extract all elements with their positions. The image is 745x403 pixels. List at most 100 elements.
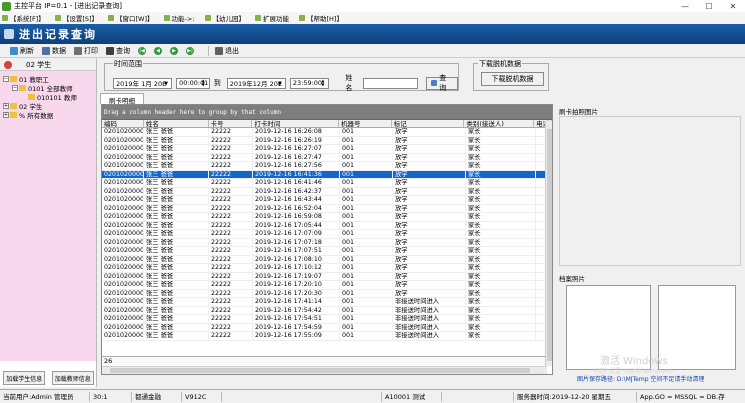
column-header[interactable]: 标记 — [392, 120, 465, 127]
table-cell: 放学 — [393, 221, 466, 229]
table-row[interactable]: 020102000001张三 爸爸222222019-12-16 17:19:0… — [102, 272, 552, 281]
table-cell: 001 — [340, 221, 393, 229]
menu-window[interactable]: 【窗口[W]】 — [108, 13, 154, 23]
close-icon[interactable]: ✕ — [721, 0, 745, 12]
data-button[interactable]: 数据 — [42, 46, 66, 56]
group-by-hint[interactable]: Drag a column header here to group by th… — [102, 105, 552, 120]
nav-next-button[interactable]: ▶ — [170, 46, 178, 55]
table-cell: 2019-12-16 16:59:08 — [253, 213, 340, 221]
activation-watermark: 激活 Windows — [600, 356, 668, 367]
vertical-scrollbar[interactable] — [545, 121, 552, 366]
records-grid: Drag a column header here to group by th… — [101, 104, 553, 375]
refresh-button[interactable]: 刷新 — [10, 46, 34, 56]
date-from-picker[interactable]: 2019年 1月 20E ▼ — [113, 77, 173, 89]
menu-icon — [204, 15, 211, 21]
menu-settings[interactable]: 【设置[S]】 — [54, 13, 98, 23]
expand-icon[interactable]: + — [3, 102, 9, 109]
table-cell: 020102000001 — [104, 281, 144, 289]
nav-prev-button[interactable]: ◀ — [154, 46, 162, 55]
date-to-picker[interactable]: 2019年12月 20E ▼ — [226, 77, 286, 89]
table-cell: 020102000001 — [104, 289, 144, 297]
window-controls: — ☐ ✕ — [673, 0, 745, 12]
time-from-spinner[interactable]: 00:00:01 ▲ ▼ — [176, 77, 210, 89]
table-cell: 22222 — [209, 187, 253, 195]
table-cell: 家长 — [466, 247, 536, 255]
table-row[interactable]: 020102000001张三 爸爸222222019-12-16 17:07:5… — [102, 247, 552, 256]
table-row[interactable]: 020102000001张三 爸爸222222019-12-16 17:41:1… — [102, 298, 552, 307]
menu-functions[interactable]: 功能->: — [163, 13, 195, 23]
table-row[interactable]: 020102000001张三 爸爸222222019-12-16 17:54:5… — [102, 323, 552, 332]
tab-card-details[interactable]: 刷卡明细 — [100, 93, 144, 105]
table-row[interactable]: 020102000001张三 爸爸222222019-12-16 16:41:4… — [102, 179, 552, 188]
column-header[interactable]: 打卡时间 — [252, 120, 339, 127]
query-submit-button[interactable]: 查询 — [426, 74, 458, 92]
collapse-icon[interactable]: − — [3, 75, 9, 82]
expand-icon[interactable]: + — [3, 111, 9, 118]
menu-extensions[interactable]: 扩展功能 — [255, 13, 289, 23]
maximize-icon[interactable]: ☐ — [697, 0, 721, 12]
pin-icon[interactable] — [4, 60, 12, 69]
table-row[interactable]: 020102000001张三 爸爸222222019-12-16 16:41:3… — [102, 170, 552, 179]
menu-kindergarten[interactable]: 【幼儿园】 — [204, 13, 245, 23]
column-header[interactable]: 姓名 — [144, 120, 209, 127]
status-version: 30:1 — [90, 391, 132, 402]
next-icon: ▶ — [170, 46, 178, 55]
table-cell: 001 — [340, 264, 393, 272]
table-cell: 001 — [340, 272, 393, 280]
table-row[interactable]: 020102000001张三 爸爸222222019-12-16 16:27:5… — [102, 162, 552, 171]
table-row[interactable]: 020102000001张三 爸爸222222019-12-16 17:07:1… — [102, 238, 552, 247]
table-row[interactable]: 020102000001张三 爸爸222222019-12-16 16:43:4… — [102, 196, 552, 205]
menu-help[interactable]: 【帮助[H]】 — [299, 13, 343, 23]
horizontal-scrollbar[interactable] — [102, 366, 547, 374]
load-students-button[interactable]: 加载学生信息 — [3, 371, 46, 385]
scroll-thumb[interactable] — [110, 368, 530, 373]
archive-photo-label: 档案照片 — [559, 275, 585, 283]
table-cell: 家长 — [466, 153, 536, 161]
exit-button[interactable]: 退出 — [215, 46, 239, 56]
column-header[interactable]: 机器号 — [339, 120, 392, 127]
table-row[interactable]: 020102000001张三 爸爸222222019-12-16 17:55:0… — [102, 332, 552, 341]
download-offline-button[interactable]: 下载脱机数据 — [481, 72, 544, 86]
table-row[interactable]: 020102000001张三 爸爸222222019-12-16 16:27:4… — [102, 153, 552, 162]
load-teachers-button[interactable]: 加载教师信息 — [51, 371, 94, 385]
minimize-icon[interactable]: — — [673, 0, 697, 12]
query-button[interactable]: 查询 — [106, 46, 130, 56]
table-row[interactable]: 020102000001张三 爸爸222222019-12-16 16:42:3… — [102, 187, 552, 196]
table-cell: 放学 — [393, 272, 466, 280]
table-cell: 放学 — [393, 128, 466, 136]
table-row[interactable]: 020102000001张三 爸爸222222019-12-16 16:59:0… — [102, 213, 552, 222]
collapse-icon[interactable]: − — [12, 84, 18, 91]
column-header[interactable]: 编码 — [102, 120, 144, 127]
table-cell: 张三 爸爸 — [144, 247, 209, 255]
table-row[interactable]: 020102000001张三 爸爸222222019-12-16 17:05:4… — [102, 221, 552, 230]
menu-icon — [54, 15, 61, 21]
table-row[interactable]: 020102000001张三 爸爸222222019-12-16 16:52:0… — [102, 204, 552, 213]
swipe-photo-area — [559, 116, 741, 266]
table-row[interactable]: 020102000001张三 爸爸222222019-12-16 16:26:1… — [102, 136, 552, 145]
table-cell: 2019-12-16 17:41:14 — [253, 298, 340, 306]
scroll-thumb[interactable] — [547, 129, 552, 361]
table-row[interactable]: 020102000001张三 爸爸222222019-12-16 17:54:4… — [102, 306, 552, 315]
table-row[interactable]: 020102000001张三 爸爸222222019-12-16 17:08:1… — [102, 255, 552, 264]
table-cell: 22222 — [209, 315, 253, 323]
table-cell: 放学 — [393, 213, 466, 221]
table-row[interactable]: 020102000001张三 爸爸222222019-12-16 17:20:3… — [102, 289, 552, 298]
table-row[interactable]: 020102000001张三 爸爸222222019-12-16 17:20:1… — [102, 281, 552, 290]
time-to-spinner[interactable]: 23:59:00 ▲ ▼ — [289, 77, 330, 89]
table-row[interactable]: 020102000001张三 爸爸222222019-12-16 17:10:1… — [102, 264, 552, 273]
table-row[interactable]: 020102000001张三 爸爸222222019-12-16 17:54:5… — [102, 315, 552, 324]
print-button[interactable]: 打印 — [74, 46, 98, 56]
name-input[interactable] — [363, 77, 419, 89]
nav-first-button[interactable]: |◀ — [138, 46, 146, 55]
right-panel: 刷卡拍照图片 档案照片 图片保存路径: D:\MJTemp 空间不足请手动清理 — [557, 104, 745, 387]
tree-node-all-data[interactable]: +% 所有数据 — [0, 110, 96, 120]
table-row[interactable]: 020102000001张三 爸爸222222019-12-16 17:07:0… — [102, 230, 552, 239]
nav-last-button[interactable]: ▶| — [186, 46, 194, 55]
menu-system[interactable]: 【系统[F]】 — [2, 13, 45, 23]
table-row[interactable]: 020102000001张三 爸爸222222019-12-16 16:26:0… — [102, 128, 552, 137]
tree-node-teacher[interactable]: 010101 教师 — [0, 92, 96, 102]
table-row[interactable]: 020102000001张三 爸爸222222019-12-16 16:27:0… — [102, 145, 552, 154]
column-header[interactable]: 卡号 — [209, 120, 253, 127]
table-cell: 2019-12-16 17:20:30 — [253, 289, 340, 297]
column-header[interactable]: 类别(接送人) — [464, 120, 535, 127]
